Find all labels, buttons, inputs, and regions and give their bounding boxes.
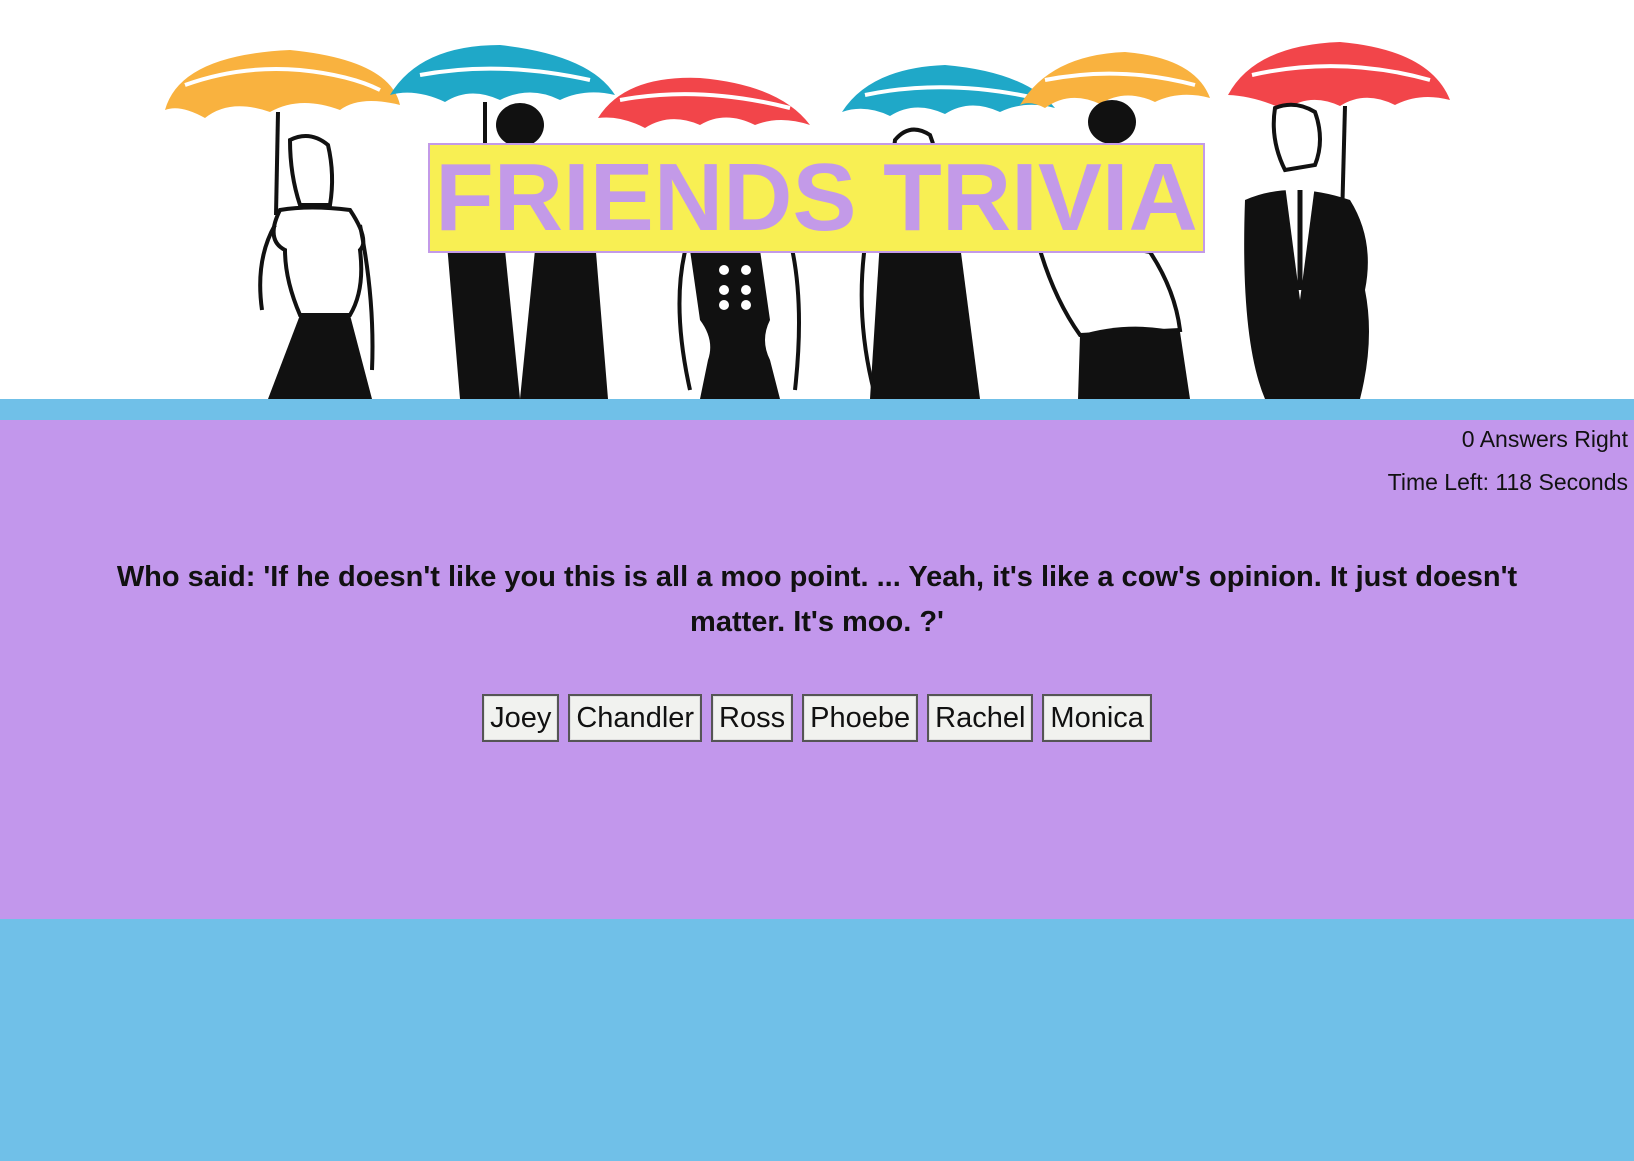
time-left-display: Time Left: 118 Seconds [1387,469,1628,495]
answer-button-chandler[interactable]: Chandler [568,694,703,742]
umbrella-orange-icon [165,50,400,216]
umbrella-red-icon [1228,42,1450,221]
answer-button-joey[interactable]: Joey [482,694,560,742]
quiz-panel: 0 Answers Right Time Left: 118 Seconds W… [0,420,1634,919]
umbrella-red-icon [598,77,810,128]
title-banner: FRIENDS TRIVIA [428,143,1205,253]
score-counter: 0 Answers Right [1461,426,1628,452]
page-title: FRIENDS TRIVIA [435,144,1198,251]
person-figure [677,239,801,399]
answer-button-monica[interactable]: Monica [1042,694,1152,742]
question-text: Who said: 'If he doesn't like you this i… [116,561,1518,638]
answer-options: Joey Chandler Ross Phoebe Rachel Monica [0,694,1634,742]
answer-button-rachel[interactable]: Rachel [927,694,1034,742]
person-figure [1244,102,1369,399]
umbrella-orange-icon [1020,52,1210,108]
answer-button-phoebe[interactable]: Phoebe [802,694,919,742]
header-banner: FRIENDS TRIVIA [0,0,1634,399]
umbrella-teal-icon [842,65,1055,116]
answer-button-ross[interactable]: Ross [711,694,794,742]
